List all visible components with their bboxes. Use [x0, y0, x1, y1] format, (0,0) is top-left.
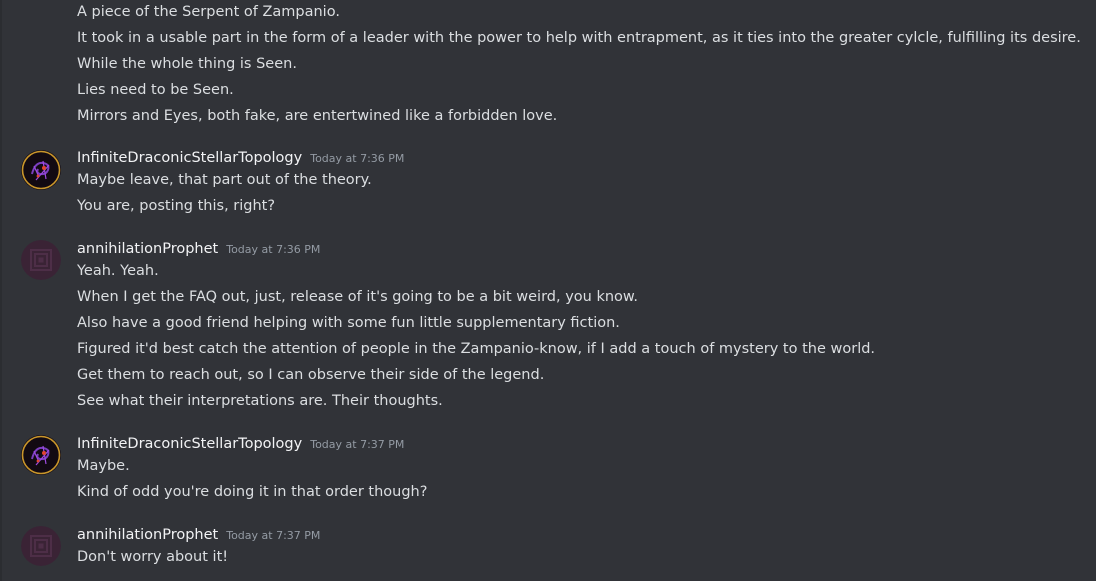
timestamp[interactable]: Today at 7:37 PM	[310, 435, 404, 455]
timestamp[interactable]: Today at 7:36 PM	[226, 240, 320, 260]
username[interactable]: annihilationProphet	[77, 239, 218, 259]
message-line: Maybe leave, that part out of the theory…	[77, 172, 372, 188]
message-line: Lies need to be Seen.	[77, 82, 234, 98]
avatar-infinitedraconicstellartopology[interactable]	[21, 150, 61, 190]
message-line: See what their interpretations are. Thei…	[77, 393, 443, 409]
concentric-squares-icon	[21, 240, 61, 280]
message-line: Mirrors and Eyes, both fake, are entertw…	[77, 108, 558, 124]
message-header: InfiniteDraconicStellarTopology Today at…	[77, 148, 404, 168]
message-line: Kind of odd you're doing it in that orde…	[77, 484, 428, 500]
username[interactable]: InfiniteDraconicStellarTopology	[77, 148, 302, 168]
chat-message-list[interactable]: A piece of the Serpent of Zampanio. It t…	[0, 0, 1096, 581]
message-header: InfiniteDraconicStellarTopology Today at…	[77, 434, 404, 454]
message-line: It took in a usable part in the form of …	[77, 30, 1081, 46]
avatar-infinitedraconicstellartopology[interactable]	[21, 435, 61, 475]
dragon-sigil-icon	[21, 150, 61, 190]
message-line: Also have a good friend helping with som…	[77, 315, 620, 331]
message-line: Yeah. Yeah.	[77, 263, 159, 279]
timestamp[interactable]: Today at 7:37 PM	[226, 526, 320, 546]
timestamp[interactable]: Today at 7:36 PM	[310, 149, 404, 169]
message-line: Figured it'd best catch the attention of…	[77, 341, 876, 357]
message-line: While the whole thing is Seen.	[77, 56, 297, 72]
dragon-sigil-icon	[21, 435, 61, 475]
message-line: When I get the FAQ out, just, release of…	[77, 289, 639, 305]
message-header: annihilationProphet Today at 7:37 PM	[77, 525, 320, 545]
message-header: annihilationProphet Today at 7:36 PM	[77, 239, 320, 259]
avatar-annihilationprophet[interactable]	[21, 240, 61, 280]
message-line: A piece of the Serpent of Zampanio.	[77, 4, 340, 20]
message-line: Get them to reach out, so I can observe …	[77, 367, 545, 383]
username[interactable]: annihilationProphet	[77, 525, 218, 545]
avatar-annihilationprophet[interactable]	[21, 526, 61, 566]
username[interactable]: InfiniteDraconicStellarTopology	[77, 434, 302, 454]
concentric-squares-icon	[21, 526, 61, 566]
message-line: You are, posting this, right?	[77, 198, 276, 214]
message-line: Don't worry about it!	[77, 549, 229, 565]
message-line: Maybe.	[77, 458, 130, 474]
